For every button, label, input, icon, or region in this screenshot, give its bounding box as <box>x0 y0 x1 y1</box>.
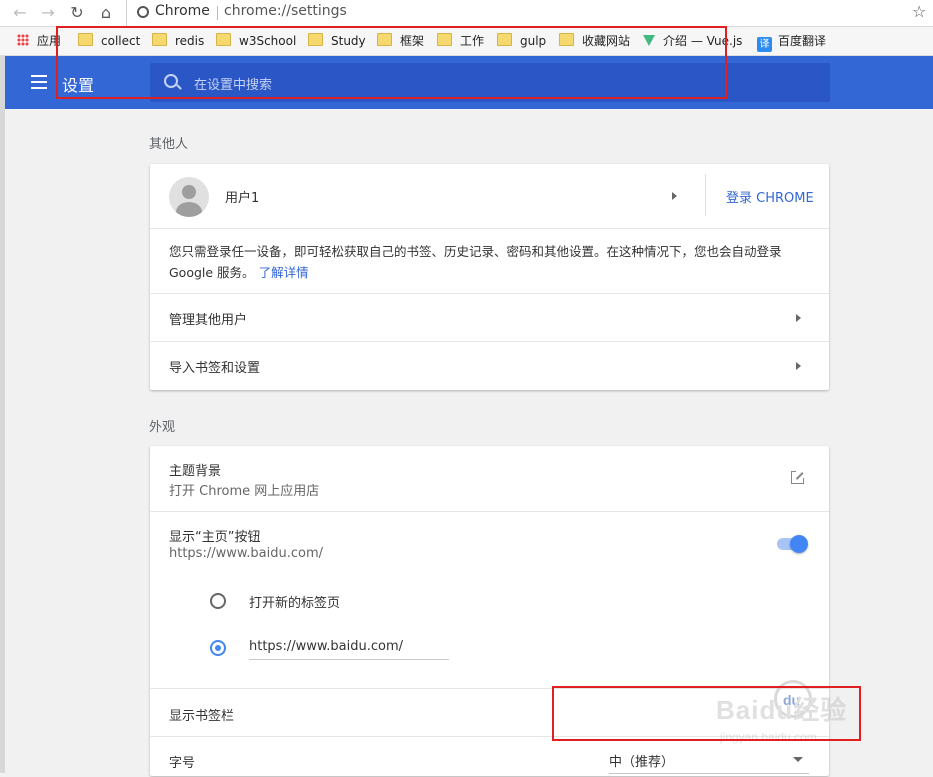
avatar <box>169 177 209 217</box>
radio-new-tab-label: 打开新的标签页 <box>249 596 341 611</box>
bookmarks-bar-title: 显示书签栏 <box>169 709 235 724</box>
radio-custom-url[interactable] <box>210 640 226 656</box>
external-link-icon[interactable] <box>791 470 804 484</box>
url-text[interactable]: chrome://settings <box>224 3 347 19</box>
browser-toolbar: ← → ↻ ⌂ Chrome chrome://settings ☆ <box>0 0 933 27</box>
user-name: 用户1 <box>225 191 260 206</box>
home-icon[interactable]: ⌂ <box>96 3 116 23</box>
manage-other-users-label: 管理其他用户 <box>169 313 248 328</box>
forward-arrow-icon[interactable]: → <box>38 3 58 23</box>
sign-in-button[interactable]: 登录 CHROME <box>726 187 814 206</box>
people-card: 用户1 登录 CHROME 您只需登录任一设备，即可轻松获取自己的书签、历史记录… <box>150 164 829 390</box>
annotation-box-top <box>56 26 727 99</box>
import-bookmarks-row[interactable]: 导入书签和设置 <box>150 341 829 391</box>
radio-new-tab[interactable] <box>210 593 226 609</box>
site-label: Chrome <box>155 3 210 19</box>
font-size-value: 中（推荐） <box>609 755 675 770</box>
import-bookmarks-label: 导入书签和设置 <box>169 361 261 376</box>
back-arrow-icon[interactable]: ← <box>10 3 30 23</box>
home-button-subtitle: https://www.baidu.com/ <box>169 546 324 561</box>
theme-row[interactable]: 主题背景 打开 Chrome 网上应用店 <box>150 446 829 511</box>
manage-other-users-row[interactable]: 管理其他用户 <box>150 293 829 342</box>
user-row[interactable]: 用户1 登录 CHROME <box>150 164 829 228</box>
custom-url-value: https://www.baidu.com/ <box>249 639 404 654</box>
chrome-logo-icon <box>137 6 149 18</box>
section-title-appearance: 外观 <box>149 420 176 435</box>
translate-icon: 译 <box>757 37 772 52</box>
chevron-right-icon[interactable] <box>672 192 677 200</box>
apps-grid-icon <box>17 34 29 46</box>
reload-icon[interactable]: ↻ <box>67 3 87 23</box>
divider <box>705 174 706 216</box>
chevron-right-icon <box>796 314 801 322</box>
bookmark-apps[interactable]: 应用 <box>17 33 61 49</box>
hamburger-menu-icon[interactable] <box>31 75 47 89</box>
theme-title: 主题背景 <box>169 464 222 479</box>
theme-subtitle: 打开 Chrome 网上应用店 <box>169 484 320 499</box>
left-edge <box>0 56 5 773</box>
bookmark-baidu-translate[interactable]: 译百度翻译 <box>757 33 826 52</box>
bookmark-star-icon[interactable]: ☆ <box>912 2 926 21</box>
annotation-box-bottom <box>552 686 861 741</box>
home-button-section: 显示“主页”按钮 https://www.baidu.com/ 打开新的标签页 … <box>150 511 829 689</box>
font-size-title: 字号 <box>169 756 196 771</box>
section-title-people: 其他人 <box>149 137 189 152</box>
learn-more-link[interactable]: 了解详情 <box>259 265 309 280</box>
sign-in-description: 您只需登录任一设备，即可轻松获取自己的书签、历史记录、密码和其他设置。在这种情况… <box>150 228 829 294</box>
address-separator <box>217 6 218 20</box>
dropdown-arrow-icon <box>793 757 803 762</box>
custom-url-input[interactable]: https://www.baidu.com/ <box>249 637 449 660</box>
font-size-select[interactable]: 中（推荐） <box>609 749 809 774</box>
toggle-knob <box>790 535 808 553</box>
chevron-right-icon <box>796 362 801 370</box>
address-bar[interactable]: Chrome chrome://settings <box>126 0 927 26</box>
home-button-title: 显示“主页”按钮 <box>169 530 261 545</box>
home-button-toggle[interactable] <box>777 535 808 553</box>
